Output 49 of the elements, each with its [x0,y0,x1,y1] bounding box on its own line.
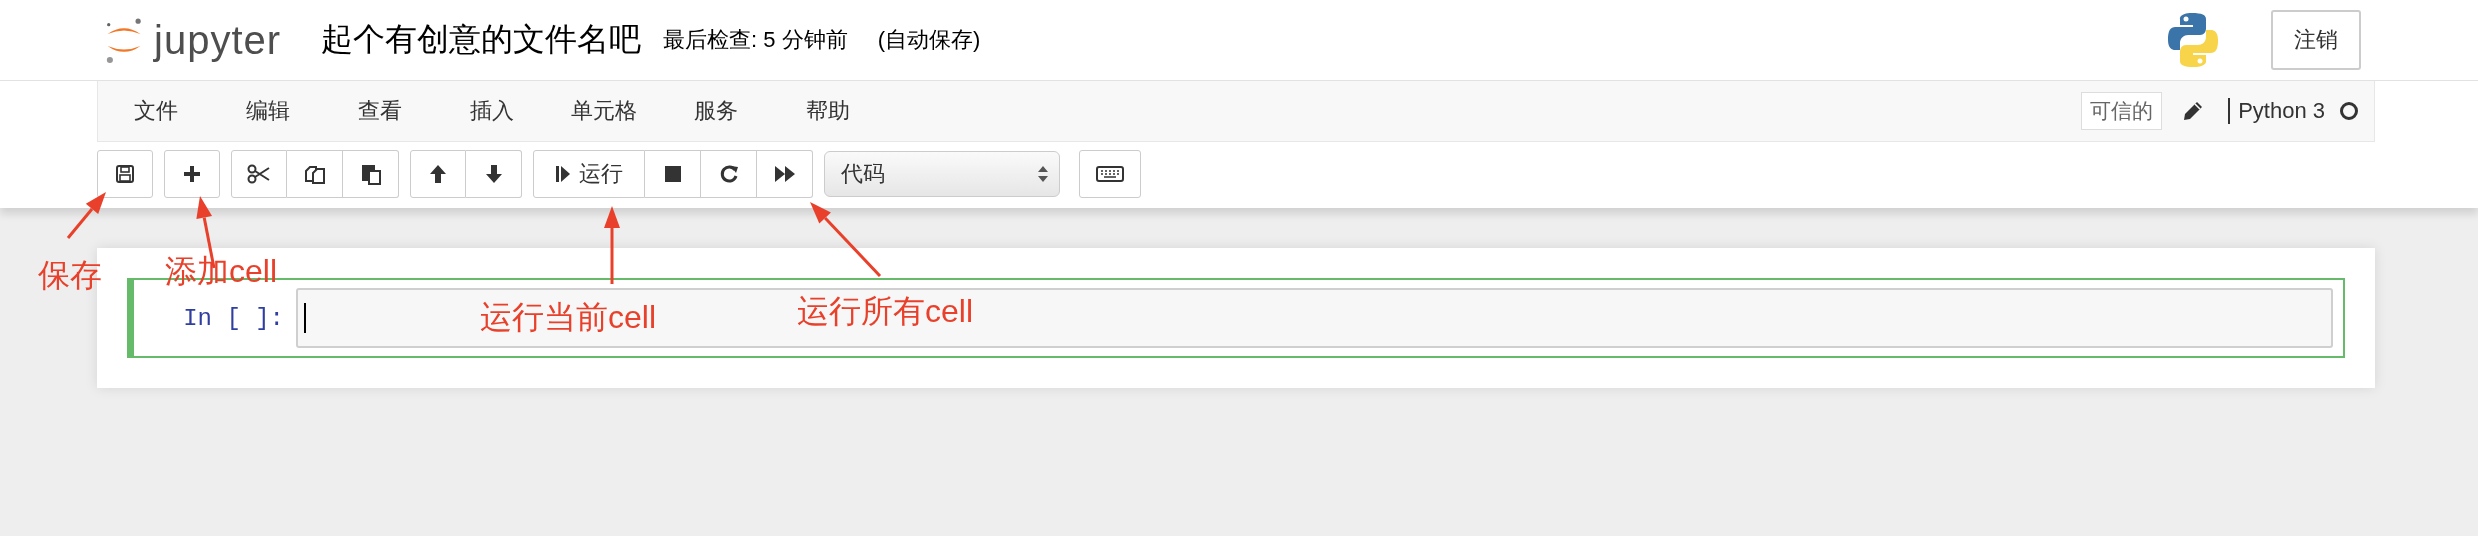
arrow-up-icon [429,164,447,184]
move-down-button[interactable] [466,150,522,198]
paste-button[interactable] [343,150,399,198]
add-cell-button[interactable] [164,150,220,198]
scissors-icon [247,164,271,184]
save-button[interactable] [97,150,153,198]
keyboard-shortcuts-button[interactable] [1079,150,1141,198]
stop-icon [663,165,682,183]
step-icon [555,165,571,183]
annotation-label: 保存 [38,256,102,295]
trusted-badge[interactable]: 可信的 [2081,92,2163,130]
menu-item[interactable]: 文件 [100,96,212,126]
menu-item[interactable]: 单元格 [548,96,660,126]
restart-icon [718,164,739,184]
checkpoint-status: 最后检查: 5 分钟前 [663,26,848,54]
fast-forward-icon [773,165,796,183]
arrow-down-icon [484,164,503,184]
annotation-label: 运行当前cell [480,298,656,337]
restart-button[interactable] [701,150,757,198]
run-button[interactable]: 运行 [533,150,645,198]
run-all-button[interactable] [757,150,813,198]
annotation-arrow [66,192,106,239]
save-icon [115,164,135,184]
notebook-title[interactable]: 起个有创意的文件名吧 [321,18,642,62]
paste-icon [359,163,382,185]
text-cursor [304,303,306,333]
menu-item[interactable]: 插入 [436,96,548,126]
code-input-field[interactable] [296,288,2333,348]
copy-button[interactable] [287,150,343,198]
move-up-button[interactable] [410,150,466,198]
plus-icon [183,165,201,183]
pencil-icon[interactable] [2182,100,2205,122]
copy-icon [303,163,326,185]
cut-button[interactable] [231,150,287,198]
logout-button[interactable]: 注销 [2271,10,2361,70]
jupyter-logo-text[interactable]: jupyter [154,17,282,63]
menu-item[interactable]: 帮助 [772,96,884,126]
dropdown-caret-icon [1037,164,1049,184]
menu-item[interactable]: 服务 [660,96,772,126]
menu-item[interactable]: 编辑 [212,96,324,126]
keyboard-icon [1096,166,1124,182]
kernel-name[interactable]: Python 3 [2228,98,2325,124]
python-logo-icon [2167,12,2219,68]
cell-type-dropdown[interactable]: 代码 [824,151,1060,197]
stop-button[interactable] [645,150,701,198]
annotation-label: 运行所有cell [797,292,973,331]
menu-item[interactable]: 查看 [324,96,436,126]
autosave-status: (自动保存) [877,26,981,54]
input-prompt: In [ ]: [182,304,285,332]
